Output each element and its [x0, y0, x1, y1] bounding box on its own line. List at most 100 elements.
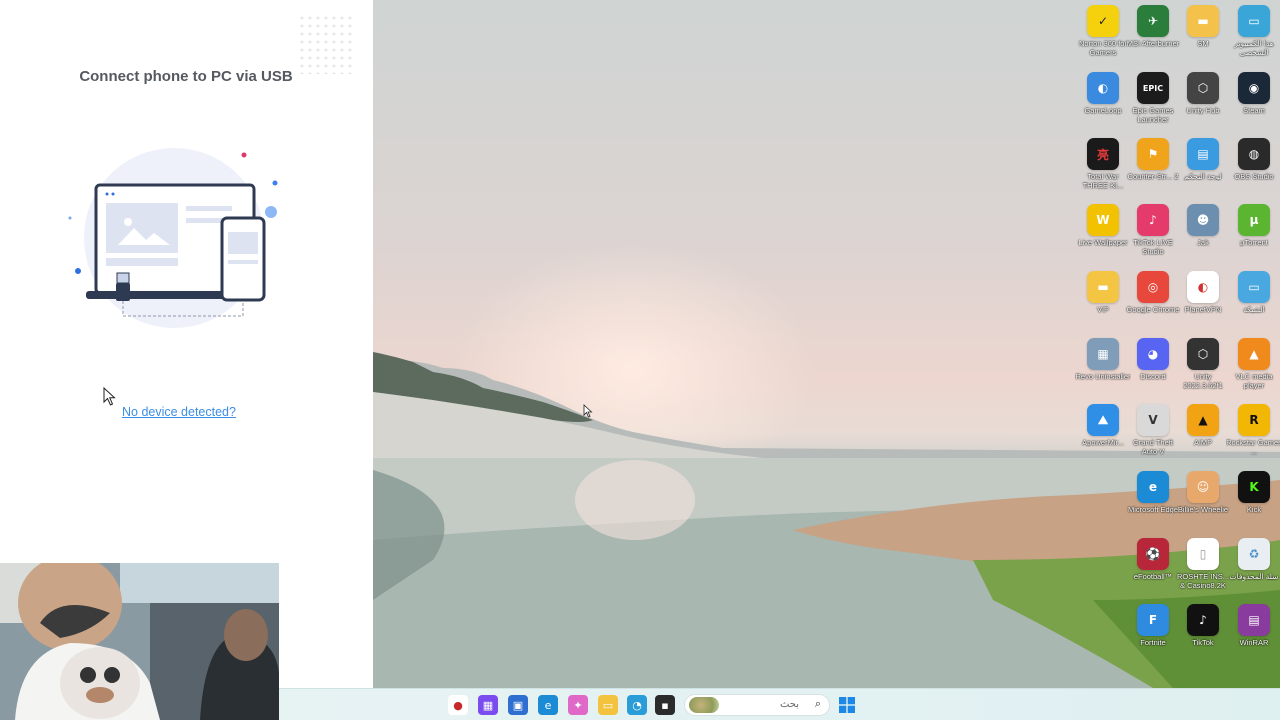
desktop-icon[interactable]: ✓ Norton 360 for Gamers: [1078, 5, 1128, 57]
desktop-icon-label: TikTok LIVE Studio: [1133, 238, 1173, 256]
app-icon: ▭: [1238, 271, 1270, 303]
no-device-detected-link[interactable]: No device detected?: [122, 405, 236, 419]
app-icon: ✓: [1087, 5, 1119, 37]
desktop-icon[interactable]: K Kick: [1229, 471, 1279, 514]
app-icon: R: [1238, 404, 1270, 436]
desktop-icon[interactable]: ⛰ ApowerMir...: [1078, 404, 1128, 447]
desktop-icon[interactable]: ✈ MSI Afterburner: [1127, 5, 1179, 48]
app-icon: ▭: [1238, 5, 1270, 37]
desktop-icon[interactable]: ♪ TikTok: [1178, 604, 1228, 647]
browser-icon[interactable]: ◔: [627, 695, 647, 715]
desktop-icon[interactable]: µ µTorrent: [1229, 204, 1279, 247]
app-icon: W: [1087, 204, 1119, 236]
desktop-icon-label: ApowerMir...: [1082, 438, 1124, 447]
desktop-icon[interactable]: ⚑ Counter-Str... 2: [1128, 138, 1178, 181]
desktop-icon-label: Revo Uninstaller: [1075, 372, 1131, 381]
desktop-icon[interactable]: ▤ لوحة التحكم: [1178, 138, 1228, 181]
app-icon: ▯: [1187, 538, 1219, 570]
desktop-icon-label: Rockstar Games ...: [1226, 438, 1280, 456]
app-icon: µ: [1238, 204, 1270, 236]
app-icon: ☻: [1187, 204, 1219, 236]
copilot-icon[interactable]: ✦: [568, 695, 588, 715]
desktop-icon-label: ROSHTE INS... & Casino8.2K: [1176, 572, 1230, 590]
desktop-icon[interactable]: ▯ ROSHTE INS... & Casino8.2K: [1176, 538, 1230, 590]
store-icon[interactable]: ▣: [508, 695, 528, 715]
desktop-icon[interactable]: ▭ الشبكة: [1229, 271, 1279, 314]
desktop-icon-label: AIMP: [1193, 438, 1213, 447]
desktop-icon[interactable]: W Live Wallpaper: [1078, 204, 1128, 247]
app-icon: ⬡: [1187, 72, 1219, 104]
desktop-icon[interactable]: e Microsoft Edge: [1128, 471, 1178, 514]
desktop-icon-label: OBS Studio: [1234, 172, 1274, 181]
desktop-icon-label: لوحة التحكم: [1184, 172, 1222, 181]
terminal-icon[interactable]: ▪: [655, 695, 675, 715]
desktop-icon-label: Unity 2022.3.62f1: [1183, 372, 1223, 390]
desktop-icon[interactable]: ◐ PlanetVPN: [1178, 271, 1228, 314]
app-icon: ⚑: [1137, 138, 1169, 170]
desktop-icon[interactable]: ◎ Google Chrome: [1127, 271, 1179, 314]
webcam-overlay: [0, 563, 279, 720]
gallery-icon[interactable]: ▦: [478, 695, 498, 715]
desktop-icon[interactable]: ▭ هذا الكمبيوتر الشخصي: [1229, 5, 1279, 57]
desktop-icon-label: WinRAR: [1239, 638, 1269, 647]
desktop-icon-label: VLC media player: [1235, 372, 1273, 390]
desktop-icon-label: Fortnite: [1140, 638, 1166, 647]
desktop-icon[interactable]: ▬ SM: [1178, 5, 1228, 48]
app-icon: F: [1137, 604, 1169, 636]
windows-logo-icon: [839, 697, 855, 713]
desktop-icon[interactable]: 亮 Total War THREE KI...: [1078, 138, 1128, 190]
desktop-icon[interactable]: ☺ Billie's Wheelie: [1178, 471, 1228, 514]
desktop-icon[interactable]: ⚽ eFootball™: [1128, 538, 1178, 581]
desktop-icon[interactable]: ▲ VLC media player: [1229, 338, 1279, 390]
file-explorer-icon[interactable]: ▭: [598, 695, 618, 715]
desktop-icon-label: Counter-Str... 2: [1127, 172, 1179, 181]
app-icon: ▦: [1087, 338, 1119, 370]
desktop-icon-label: µTorrent: [1240, 238, 1268, 247]
desktop-icon[interactable]: ◐ GameLoop: [1078, 72, 1128, 115]
desktop-icon[interactable]: ☻ Jak: [1178, 204, 1228, 247]
app-icon: ◎: [1137, 271, 1169, 303]
search-placeholder: بحث: [779, 699, 799, 710]
app-icon: ☺: [1187, 471, 1219, 503]
edge-icon[interactable]: e: [538, 695, 558, 715]
app-icon: ▤: [1187, 138, 1219, 170]
laptop-phone-usb-illustration: [68, 148, 278, 328]
app-icon: ✈: [1137, 5, 1169, 37]
desktop-icon[interactable]: ▲ AIMP: [1178, 404, 1228, 447]
desktop-icon[interactable]: ♻ سلة المحذوفات: [1229, 538, 1279, 581]
desktop-icon[interactable]: ♪ TikTok LIVE Studio: [1128, 204, 1178, 256]
desktop-icon-label: Live Wallpaper: [1078, 238, 1128, 247]
desktop-icon-label: الشبكة: [1243, 305, 1265, 314]
desktop-icon[interactable]: EPIC Epic Games Launcher: [1128, 72, 1178, 124]
desktop-icon[interactable]: ◕ Discord: [1128, 338, 1178, 381]
app-icon: ◉: [1238, 72, 1270, 104]
app-icon: V: [1137, 404, 1169, 436]
desktop-icon-label: Discord: [1140, 372, 1166, 381]
desktop-icon-label: هذا الكمبيوتر الشخصي: [1234, 39, 1274, 57]
desktop-icon[interactable]: ⬡ Unity 2022.3.62f1: [1178, 338, 1228, 390]
desktop-icon[interactable]: ⬡ Unity Hub: [1178, 72, 1228, 115]
desktop-icon[interactable]: ▦ Revo Uninstaller: [1075, 338, 1131, 381]
desktop-icon[interactable]: ◍ OBS Studio: [1229, 138, 1279, 181]
desktop-icon-label: سلة المحذوفات: [1229, 572, 1279, 581]
webcam-feed-image: [0, 563, 279, 720]
desktop-icon-label: eFootball™: [1133, 572, 1173, 581]
desktop-icon[interactable]: ▤ WinRAR: [1229, 604, 1279, 647]
desktop-icon-label: Billie's Wheelie: [1177, 505, 1229, 514]
app-icon: 亮: [1087, 138, 1119, 170]
app-icon: ▬: [1187, 5, 1219, 37]
desktop-icon-label: Epic Games Launcher: [1132, 106, 1174, 124]
app-icon: ◐: [1087, 72, 1119, 104]
app-icon[interactable]: ●: [448, 695, 468, 715]
taskbar-search-box[interactable]: بحث ⌕: [684, 694, 830, 716]
start-button[interactable]: [837, 695, 857, 715]
desktop-icon[interactable]: ◉ Steam: [1229, 72, 1279, 115]
desktop-icon[interactable]: ▬ VIP: [1078, 271, 1128, 314]
desktop-icon-label: Jak: [1197, 238, 1209, 247]
search-icon: ⌕: [814, 698, 821, 710]
desktop-icon[interactable]: V Grand Theft Auto V: [1128, 404, 1178, 456]
desktop-icon[interactable]: R Rockstar Games ...: [1226, 404, 1280, 456]
desktop-icon[interactable]: F Fortnite: [1128, 604, 1178, 647]
desktop-icon-label: Steam: [1243, 106, 1265, 115]
app-icon: ▲: [1187, 404, 1219, 436]
